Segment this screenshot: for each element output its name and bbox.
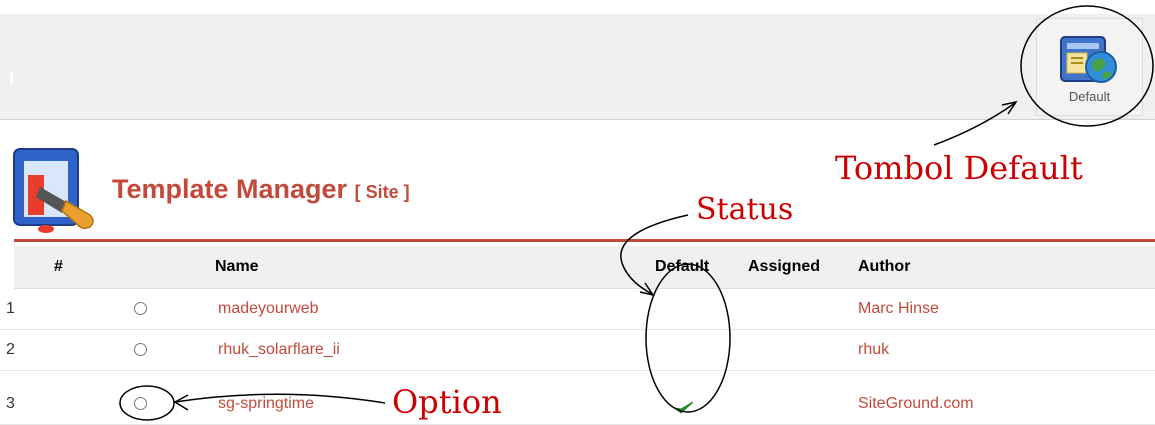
row-number: 2 <box>6 341 15 358</box>
table-row: 1 madeyourweb Marc Hinse <box>0 289 1155 330</box>
table-row: 3 sg-springtime SiteGround.com <box>0 384 1155 425</box>
column-header-num: # <box>54 258 63 275</box>
default-button-label: Default <box>1068 89 1111 104</box>
row-number: 1 <box>6 300 15 317</box>
author-link[interactable]: SiteGround.com <box>858 395 974 413</box>
annotation-label-default-button: Tombol Default <box>835 149 1083 187</box>
default-button[interactable]: Default <box>1036 18 1143 116</box>
annotation-label-status: Status <box>696 192 794 227</box>
page-title-scope: [ Site ] <box>354 182 410 202</box>
row-radio-button[interactable] <box>134 343 147 356</box>
author-link[interactable]: Marc Hinse <box>858 300 939 318</box>
header-divider <box>14 239 1155 242</box>
row-radio-button[interactable] <box>134 302 147 315</box>
column-header-assigned: Assigned <box>748 258 821 275</box>
check-icon <box>674 401 694 414</box>
toolbar-edge <box>10 72 13 84</box>
annotation-label-option: Option <box>392 383 502 421</box>
page-title: Template Manager [ Site ] <box>112 174 410 205</box>
table-row: 2 rhuk_solarflare_ii rhuk <box>0 330 1155 371</box>
column-header-author: Author <box>858 258 911 275</box>
template-name-link[interactable]: sg-springtime <box>218 395 314 413</box>
author-link[interactable]: rhuk <box>858 341 889 359</box>
column-header-name[interactable]: Name <box>215 258 259 276</box>
row-number: 3 <box>6 395 15 412</box>
table-header: # Name Default Assigned Author <box>14 246 1155 289</box>
template-manager-icon <box>13 148 94 233</box>
row-radio-button[interactable] <box>134 397 147 410</box>
toolbar <box>0 14 1155 120</box>
template-name-link[interactable]: madeyourweb <box>218 300 319 318</box>
page-title-text: Template Manager <box>112 174 348 204</box>
template-name-link[interactable]: rhuk_solarflare_ii <box>218 341 340 359</box>
default-template-icon <box>1060 36 1117 83</box>
column-header-default: Default <box>655 258 710 275</box>
